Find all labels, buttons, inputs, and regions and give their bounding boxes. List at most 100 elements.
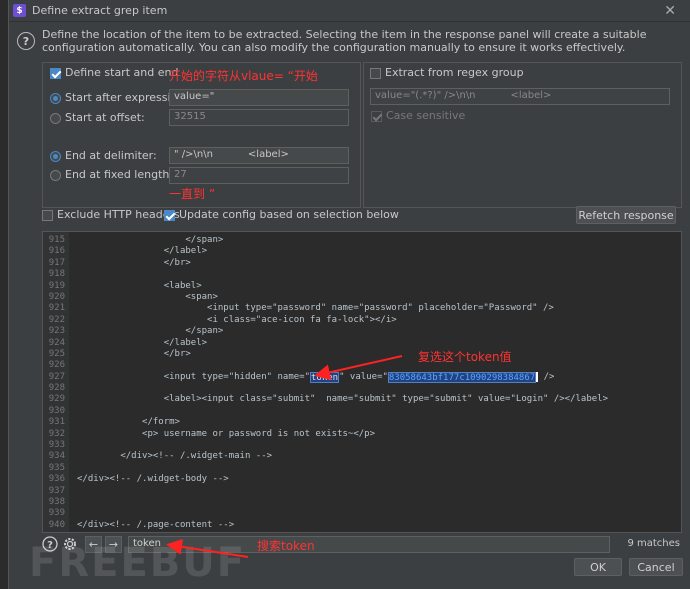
- regex-group-checkbox[interactable]: Extract from regex group: [370, 66, 524, 79]
- start-at-offset-radio[interactable]: Start at offset:: [50, 111, 145, 124]
- code-line: 918: [43, 269, 608, 280]
- code-line: 919 <label>: [43, 281, 608, 292]
- code-text: <input type="password" name="password" p…: [77, 303, 554, 314]
- code-line: 927 <input type="hidden" name=" token " va…: [43, 371, 608, 384]
- end-fixed-length-input[interactable]: 27: [169, 167, 349, 184]
- code-line: 922 <i class="ace-icon fa fa-lock"></i>: [43, 315, 608, 326]
- checkbox-disabled-icon: [371, 110, 382, 122]
- code-text: " value=": [339, 371, 388, 382]
- start-after-expression-radio[interactable]: Start after expression:: [50, 91, 188, 104]
- line-number: 934: [48, 451, 65, 462]
- code-text: <span>: [77, 291, 218, 302]
- help-icon[interactable]: ?: [17, 32, 35, 50]
- annotation-select-note: 复选这个token值: [418, 350, 512, 364]
- code-text: </form>: [77, 417, 180, 428]
- end-at-fixed-length-radio[interactable]: End at fixed length:: [50, 168, 173, 181]
- line-number: 935: [48, 462, 65, 473]
- response-code-editor[interactable]: 915 </span> 916 </label> 917 </br> 918 919 <…: [42, 231, 682, 533]
- exclude-headers-label: Exclude HTTP headers: [57, 208, 180, 221]
- token-search-highlight: token: [310, 371, 340, 384]
- code-line: 937: [43, 486, 608, 497]
- line-number: 940: [48, 519, 65, 530]
- extract-grep-dialog: $ Define extract grep item ✕ ? Define th…: [8, 0, 690, 589]
- close-icon[interactable]: ✕: [664, 3, 676, 19]
- line-number: 938: [48, 496, 65, 507]
- checkbox-unchecked-icon: [42, 209, 53, 221]
- code-text: <i class="ace-icon fa fa-lock"></i>: [77, 314, 397, 325]
- code-line: 939: [43, 508, 608, 519]
- update-config-label: Update config based on selection below: [179, 208, 399, 221]
- dialog-description: Define the location of the item to be ex…: [42, 28, 647, 54]
- code-line: 934 </div><!-- /.widget-main -->: [43, 451, 608, 462]
- define-start-end-label: Define start and end: [65, 66, 179, 79]
- code-lines: 915 </span> 916 </label> 917 </br> 918 919 <…: [43, 235, 608, 531]
- line-number: 926: [48, 360, 65, 371]
- code-line: 938: [43, 497, 608, 508]
- regex-group-label: Extract from regex group: [385, 66, 524, 79]
- line-number: 925: [48, 348, 65, 359]
- code-line: 920 <span>: [43, 292, 608, 303]
- code-line: 928: [43, 383, 608, 394]
- line-number: 929: [48, 394, 65, 405]
- code-line: 929 <label><input class="submit" name="s…: [43, 394, 608, 405]
- end-delimiter-input[interactable]: " />\n\n <label>: [169, 147, 349, 164]
- line-number: 915: [48, 235, 65, 245]
- line-number: 933: [48, 440, 65, 451]
- code-text: </span>: [77, 235, 224, 245]
- line-number: 917: [48, 257, 65, 268]
- checkbox-unchecked-icon: [370, 67, 381, 79]
- start-after-expression-input[interactable]: value=": [169, 89, 349, 106]
- code-line: 921 <input type="password" name="passwor…: [43, 303, 608, 314]
- background-window-strip: [0, 0, 8, 589]
- regex-input[interactable]: value="(.*?)" />\n\n <label>: [370, 88, 670, 105]
- code-text: <input type="hidden" name=": [77, 371, 310, 382]
- code-text: <label>: [77, 280, 202, 291]
- annotation-start-note: 开始的字符从vlaue= “开始: [169, 69, 318, 83]
- burp-app-icon: $: [13, 4, 26, 17]
- define-start-end-checkbox[interactable]: Define start and end: [50, 66, 178, 79]
- annotation-end-note: 一直到 ”: [169, 187, 216, 201]
- code-line: 935: [43, 463, 608, 474]
- code-text: </div><!-- /.widget-main -->: [77, 451, 273, 462]
- code-line: 917 </br>: [43, 258, 608, 269]
- ok-button[interactable]: OK: [574, 558, 622, 576]
- line-number: 923: [48, 326, 65, 337]
- editor-scrollbar[interactable]: [674, 232, 681, 532]
- line-number: 928: [48, 383, 65, 394]
- line-number: 924: [48, 337, 65, 348]
- code-text: </div><!-- /.page-content -->: [77, 519, 235, 530]
- code-text: </span>: [77, 326, 224, 337]
- title-bar: $ Define extract grep item: [9, 0, 690, 22]
- line-number: 927: [48, 371, 65, 382]
- watermark-logo: FREEBUF: [29, 540, 247, 586]
- case-sensitive-checkbox[interactable]: Case sensitive: [371, 109, 465, 122]
- line-number: 922: [48, 314, 65, 325]
- end-delimiter-label: End at delimiter:: [65, 149, 157, 162]
- line-number: 930: [48, 405, 65, 416]
- code-line: 931 </form>: [43, 417, 608, 428]
- end-at-delimiter-radio[interactable]: End at delimiter:: [50, 149, 157, 162]
- line-number: 937: [48, 485, 65, 496]
- code-line: 933: [43, 440, 608, 451]
- line-number: 919: [48, 280, 65, 291]
- regex-group-panel: Extract from regex group value="(.*?)" /…: [363, 62, 682, 208]
- checkbox-checked-icon: [50, 67, 61, 79]
- selected-token-value: 83058643bf177c1090298384867: [387, 371, 537, 384]
- code-text: </br>: [77, 257, 191, 268]
- code-line: 915 </span>: [43, 235, 608, 246]
- code-text: </label>: [77, 246, 208, 257]
- update-config-checkbox[interactable]: Update config based on selection below: [164, 208, 399, 221]
- line-number: 932: [48, 428, 65, 439]
- end-fixed-label: End at fixed length:: [65, 168, 174, 181]
- code-line: 924 </label>: [43, 338, 608, 349]
- refetch-response-button[interactable]: Refetch response: [576, 206, 676, 224]
- line-number: 936: [48, 474, 65, 485]
- exclude-http-headers-checkbox[interactable]: Exclude HTTP headers: [42, 208, 180, 221]
- line-number: 916: [48, 246, 65, 257]
- line-number: 921: [48, 303, 65, 314]
- code-line: 936 </div><!-- /.widget-body -->: [43, 474, 608, 485]
- start-offset-input[interactable]: 32515: [169, 109, 349, 126]
- radio-unselected-icon: [50, 112, 61, 124]
- cancel-button[interactable]: Cancel: [629, 558, 683, 576]
- code-line: 923 </span>: [43, 326, 608, 337]
